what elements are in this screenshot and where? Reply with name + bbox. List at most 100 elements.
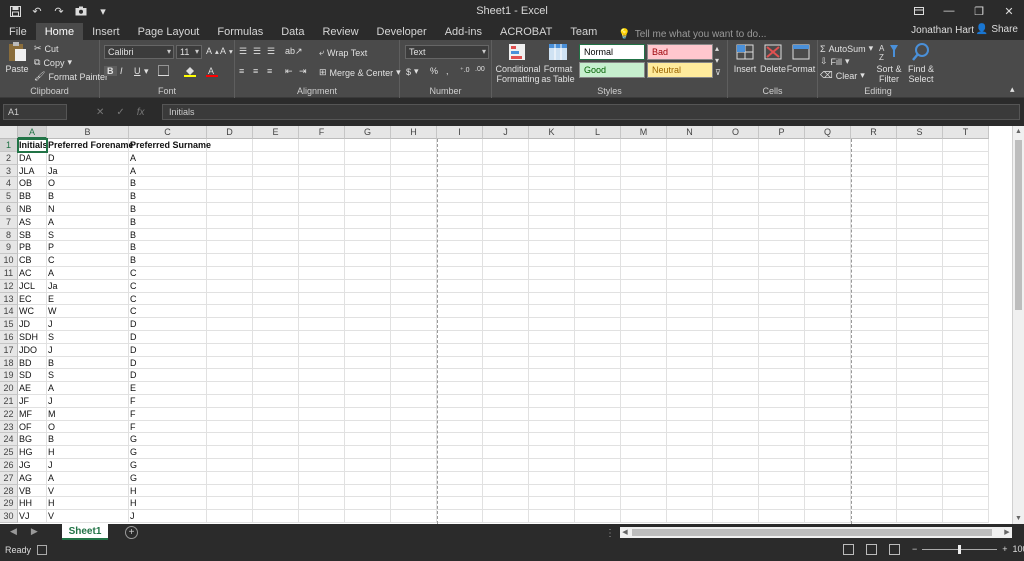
cell-j12[interactable] — [483, 279, 529, 293]
cell-s16[interactable] — [897, 331, 943, 344]
cell-q22[interactable] — [805, 407, 851, 421]
cell-m25[interactable] — [621, 446, 667, 459]
cell-f10[interactable] — [299, 254, 345, 267]
cell-n8[interactable] — [667, 228, 713, 242]
cell-n17[interactable] — [667, 343, 713, 357]
cell-h12[interactable] — [391, 279, 437, 293]
cell-a6[interactable]: NB — [18, 203, 47, 216]
cell-t21[interactable] — [943, 395, 989, 408]
cell-q13[interactable] — [805, 292, 851, 306]
cell-h8[interactable] — [391, 228, 437, 242]
cell-e27[interactable] — [253, 471, 299, 485]
cell-m4[interactable] — [621, 177, 667, 191]
cell-s10[interactable] — [897, 254, 943, 267]
cell-q20[interactable] — [805, 382, 851, 395]
cell-f16[interactable] — [299, 331, 345, 344]
macro-record-icon[interactable] — [37, 545, 47, 555]
cell-f5[interactable] — [299, 190, 345, 203]
cell-d5[interactable] — [207, 190, 253, 203]
cell-c18[interactable]: D — [129, 356, 207, 370]
align-right-icon[interactable]: ≡ — [267, 66, 272, 76]
cell-r1[interactable] — [851, 139, 897, 152]
cell-e18[interactable] — [253, 356, 299, 370]
cell-n29[interactable] — [667, 497, 713, 511]
cell-m13[interactable] — [621, 292, 667, 306]
cell-m9[interactable] — [621, 241, 667, 255]
cell-l8[interactable] — [575, 228, 621, 242]
cell-e26[interactable] — [253, 459, 299, 472]
cell-m18[interactable] — [621, 356, 667, 370]
redo-icon[interactable]: ↷ — [50, 2, 68, 20]
cell-p23[interactable] — [759, 420, 805, 434]
cell-i14[interactable] — [437, 305, 483, 319]
cell-p17[interactable] — [759, 343, 805, 357]
cell-n13[interactable] — [667, 292, 713, 306]
cell-q25[interactable] — [805, 446, 851, 459]
cell-r21[interactable] — [851, 395, 897, 408]
cell-b27[interactable]: A — [47, 471, 129, 485]
cell-f13[interactable] — [299, 292, 345, 306]
cell-f28[interactable] — [299, 484, 345, 498]
cell-a24[interactable]: BG — [18, 433, 47, 447]
autosum-button[interactable]: Σ AutoSum ▾ — [820, 43, 873, 54]
cell-r27[interactable] — [851, 471, 897, 485]
cell-d1[interactable] — [207, 139, 253, 152]
restore-icon[interactable]: ❐ — [964, 0, 994, 22]
cell-o28[interactable] — [713, 484, 759, 498]
cell-b3[interactable]: Ja — [47, 164, 129, 178]
row-header-10[interactable]: 10 — [0, 254, 18, 267]
cell-l10[interactable] — [575, 254, 621, 267]
cell-g6[interactable] — [345, 203, 391, 216]
cell-d4[interactable] — [207, 177, 253, 191]
cell-n20[interactable] — [667, 382, 713, 395]
cell-g11[interactable] — [345, 267, 391, 280]
cell-j2[interactable] — [483, 151, 529, 165]
cell-q4[interactable] — [805, 177, 851, 191]
cell-p13[interactable] — [759, 292, 805, 306]
wrap-text-button[interactable]: ⤶ Wrap Text — [319, 47, 367, 58]
cell-q30[interactable] — [805, 510, 851, 523]
cell-q17[interactable] — [805, 343, 851, 357]
cell-f21[interactable] — [299, 395, 345, 408]
cell-l5[interactable] — [575, 190, 621, 203]
cell-q9[interactable] — [805, 241, 851, 255]
next-sheet-icon[interactable]: ▶ — [31, 526, 38, 537]
cell-o11[interactable] — [713, 267, 759, 280]
cell-g13[interactable] — [345, 292, 391, 306]
cell-j10[interactable] — [483, 254, 529, 267]
zoom-out-icon[interactable]: − — [912, 544, 917, 554]
tab-acrobat[interactable]: ACROBAT — [491, 23, 561, 40]
cell-r5[interactable] — [851, 190, 897, 203]
cell-o17[interactable] — [713, 343, 759, 357]
cell-p11[interactable] — [759, 267, 805, 280]
row-header-18[interactable]: 18 — [0, 356, 18, 370]
cell-r11[interactable] — [851, 267, 897, 280]
cell-d6[interactable] — [207, 203, 253, 216]
cell-k3[interactable] — [529, 164, 575, 178]
cell-o2[interactable] — [713, 151, 759, 165]
cell-a19[interactable]: SD — [18, 369, 47, 383]
cell-d2[interactable] — [207, 151, 253, 165]
cell-o23[interactable] — [713, 420, 759, 434]
cell-h10[interactable] — [391, 254, 437, 267]
customize-qat-icon[interactable]: ▾ — [94, 2, 112, 20]
cell-o13[interactable] — [713, 292, 759, 306]
cell-l17[interactable] — [575, 343, 621, 357]
cell-f30[interactable] — [299, 510, 345, 523]
column-header-n[interactable]: N — [667, 126, 713, 139]
share-button[interactable]: 👤 Share — [976, 24, 1018, 35]
insert-function-icon[interactable]: fx — [137, 107, 145, 118]
cell-j27[interactable] — [483, 471, 529, 485]
cell-g17[interactable] — [345, 343, 391, 357]
cell-q5[interactable] — [805, 190, 851, 203]
cell-t19[interactable] — [943, 369, 989, 383]
cell-q7[interactable] — [805, 215, 851, 229]
cell-i15[interactable] — [437, 318, 483, 331]
zoom-in-icon[interactable]: + — [1002, 544, 1007, 554]
cell-l16[interactable] — [575, 331, 621, 344]
insert-cells-button[interactable]: Insert — [732, 42, 758, 74]
cell-r17[interactable] — [851, 343, 897, 357]
cell-f19[interactable] — [299, 369, 345, 383]
cell-r10[interactable] — [851, 254, 897, 267]
collapse-ribbon-icon[interactable]: ▴ — [1010, 84, 1015, 95]
